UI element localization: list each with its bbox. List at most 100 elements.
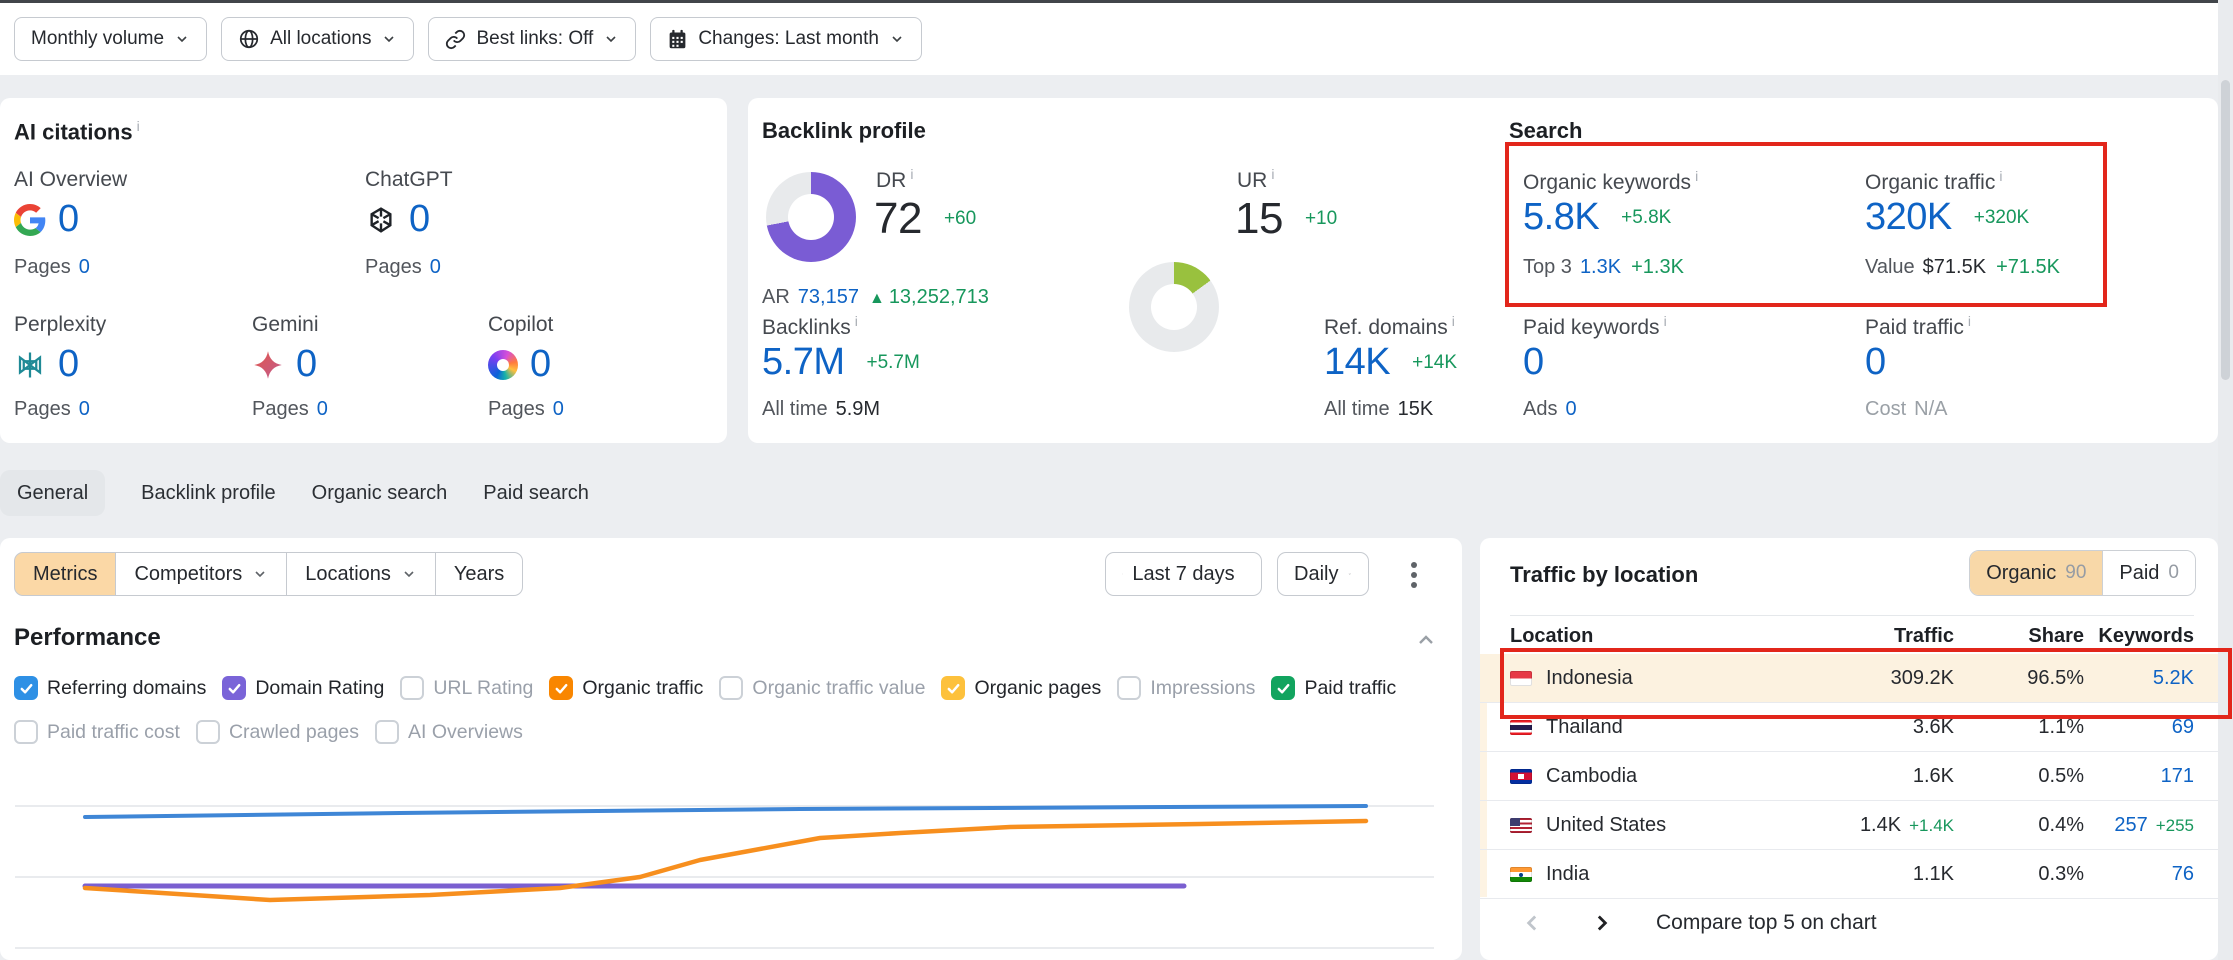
changes-dropdown[interactable]: Changes: Last month	[650, 17, 922, 61]
keywords-count-link[interactable]: 5.2K	[2153, 667, 2194, 689]
ads-count-link[interactable]: 0	[1565, 398, 1576, 420]
report-tabs: General Backlink profile Organic search …	[0, 470, 589, 516]
perplexity-icon	[14, 349, 46, 381]
traffic-value: 309.2K	[1784, 667, 1954, 690]
info-icon[interactable]: i	[1452, 313, 1455, 329]
segment-years[interactable]: Years	[435, 552, 523, 596]
metric-checkbox-paid-traffic-cost[interactable]: Paid traffic cost	[14, 720, 180, 744]
scrollbar-thumb[interactable]	[2221, 80, 2230, 380]
info-icon[interactable]: i	[1999, 168, 2002, 184]
info-icon[interactable]: i	[1968, 313, 1971, 329]
tab-paid-search[interactable]: Paid search	[483, 482, 589, 505]
metric-checkbox-impressions[interactable]: Impressions	[1117, 676, 1255, 700]
ai-overview-value: 0	[58, 198, 79, 241]
copilot-label: Copilot	[488, 313, 553, 337]
column-share: Share	[1979, 625, 2084, 648]
monthly-volume-label: Monthly volume	[31, 28, 164, 50]
metric-checkbox-label: Referring domains	[47, 677, 206, 700]
collapse-chevron-up-icon[interactable]	[1414, 628, 1438, 652]
tab-general[interactable]: General	[0, 470, 105, 516]
traffic-by-location-card: Traffic by location Organic90 Paid0 Loca…	[1480, 538, 2218, 960]
metric-checkbox-ai-overviews[interactable]: AI Overviews	[375, 720, 523, 744]
info-icon[interactable]: i	[137, 118, 140, 134]
date-range-dropdown[interactable]: Last 7 days	[1105, 552, 1262, 596]
vertical-scrollbar[interactable]	[2218, 0, 2233, 960]
location-row-cambodia[interactable]: Cambodia1.6K0.5%171	[1480, 752, 2218, 801]
ref-domains-value: 14K	[1324, 341, 1390, 384]
info-icon[interactable]: i	[1695, 168, 1698, 184]
metric-checkbox-organic-traffic[interactable]: Organic traffic	[549, 676, 703, 700]
pages-count-link[interactable]: 0	[553, 398, 564, 420]
calendar-icon	[667, 29, 688, 50]
dr-value: 72	[874, 194, 922, 244]
pages-count-link[interactable]: 0	[79, 398, 90, 420]
keywords-count-link[interactable]: 69	[2172, 716, 2194, 738]
up-triangle-icon: ▲	[869, 290, 885, 307]
backlinks-value: 5.7M	[762, 341, 844, 384]
gemini-icon	[252, 349, 284, 381]
toggle-paid[interactable]: Paid0	[2102, 551, 2195, 595]
perplexity-value: 0	[58, 343, 79, 386]
best-links-dropdown[interactable]: Best links: Off	[428, 17, 636, 61]
toggle-organic[interactable]: Organic90	[1970, 551, 2102, 595]
ref-domains-label: Ref. domainsi	[1324, 313, 1455, 340]
chevron-left-icon[interactable]	[1520, 910, 1546, 936]
metric-checkbox-referring-domains[interactable]: Referring domains	[14, 676, 206, 700]
metric-checkbox-domain-rating[interactable]: Domain Rating	[222, 676, 384, 700]
pages-count-link[interactable]: 0	[79, 256, 90, 278]
location-row-india[interactable]: India1.1K0.3%76	[1480, 850, 2218, 899]
pages-count-link[interactable]: 0	[317, 398, 328, 420]
traffic-value-row: Value$71.5K+71.5K	[1865, 256, 2060, 279]
metric-checkbox-crawled-pages[interactable]: Crawled pages	[196, 720, 359, 744]
ar-delta: 13,252,713	[889, 286, 989, 308]
ar-value-link[interactable]: 73,157	[798, 286, 859, 308]
traffic-value: 1.1K	[1784, 863, 1954, 886]
more-options-icon[interactable]	[1410, 558, 1418, 592]
dr-delta: +60	[944, 208, 976, 230]
keywords-count-link[interactable]: 171	[2161, 765, 2194, 787]
segment-competitors[interactable]: Competitors	[115, 552, 287, 596]
search-title: Search	[1509, 118, 1582, 144]
backlinks-delta: +5.7M	[866, 352, 919, 374]
metric-checkbox-paid-traffic[interactable]: Paid traffic	[1271, 676, 1396, 700]
unchecked-checkbox-icon	[1117, 676, 1141, 700]
metric-checkbox-label: AI Overviews	[408, 721, 523, 744]
granularity-dropdown[interactable]: Daily	[1277, 552, 1369, 596]
metric-checkbox-organic-pages[interactable]: Organic pages	[941, 676, 1101, 700]
unchecked-checkbox-icon	[375, 720, 399, 744]
location-row-united-states[interactable]: United States1.4K+1.4K0.4%257+255	[1480, 801, 2218, 850]
gemini-label: Gemini	[252, 313, 319, 337]
organic-traffic-label: Organic traffici	[1865, 168, 2002, 195]
metric-checkbox-organic-traffic-value[interactable]: Organic traffic value	[719, 676, 925, 700]
location-row-indonesia[interactable]: Indonesia309.2K96.5%5.2K	[1480, 654, 2218, 703]
chevron-down-icon	[174, 31, 190, 47]
chart-mode-segments: Metrics Competitors Locations Years	[14, 552, 523, 596]
copilot-pages: Pages0	[488, 398, 564, 421]
backlink-profile-title: Backlink profile	[762, 118, 926, 144]
ur-donut-chart	[1129, 262, 1219, 352]
segment-metrics[interactable]: Metrics	[14, 552, 116, 596]
info-icon[interactable]: i	[910, 166, 913, 182]
locations-dropdown[interactable]: All locations	[221, 17, 414, 61]
tab-organic-search[interactable]: Organic search	[312, 482, 448, 505]
info-icon[interactable]: i	[1664, 313, 1667, 329]
segment-locations[interactable]: Locations	[286, 552, 436, 596]
monthly-volume-dropdown[interactable]: Monthly volume	[14, 17, 207, 61]
info-icon[interactable]: i	[1271, 166, 1274, 182]
location-row-thailand[interactable]: Thailand3.6K1.1%69	[1480, 703, 2218, 752]
top3-count-link[interactable]: 1.3K	[1580, 256, 1621, 278]
tab-backlink-profile[interactable]: Backlink profile	[141, 482, 276, 505]
metric-checkbox-url-rating[interactable]: URL Rating	[400, 676, 533, 700]
gemini-value: 0	[296, 343, 317, 386]
performance-title: Performance	[14, 624, 161, 652]
chevron-right-icon[interactable]	[1588, 910, 1614, 936]
pages-count-link[interactable]: 0	[430, 256, 441, 278]
keywords-count-link[interactable]: 257	[2114, 814, 2147, 836]
chevron-down-icon	[252, 566, 268, 582]
unchecked-checkbox-icon	[196, 720, 220, 744]
info-icon[interactable]: i	[855, 313, 858, 329]
keywords-count-link[interactable]: 76	[2172, 863, 2194, 885]
gemini-pages: Pages0	[252, 398, 328, 421]
filter-toolbar: Monthly volume All locations Best links:…	[0, 3, 2218, 75]
link-icon	[445, 29, 466, 50]
